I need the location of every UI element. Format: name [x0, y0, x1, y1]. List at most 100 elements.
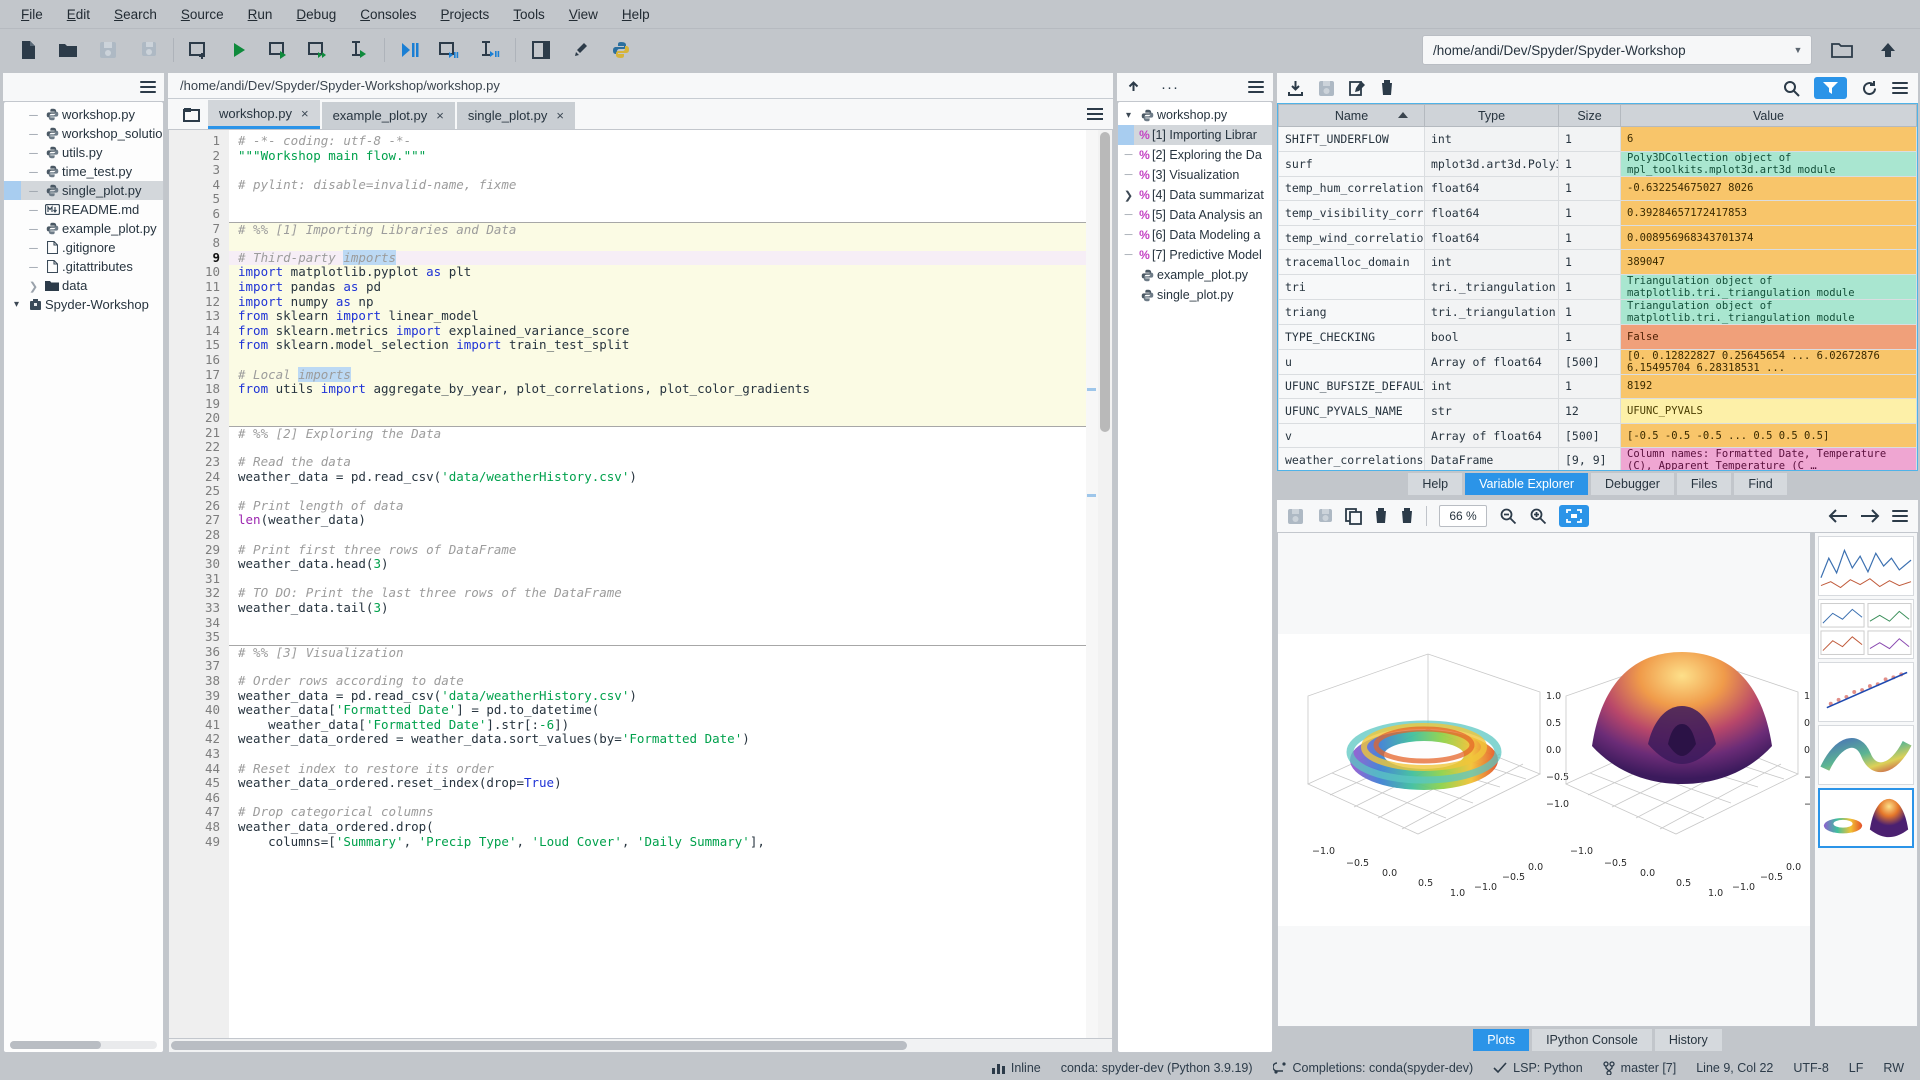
code-line[interactable]: [229, 163, 1112, 178]
project-tree-hscrollbar[interactable]: [10, 1041, 157, 1049]
code-line[interactable]: import matplotlib.pyplot as plt: [229, 265, 1112, 280]
code-line[interactable]: [229, 192, 1112, 207]
run-cell-advance-icon[interactable]: [299, 33, 339, 67]
code-line[interactable]: # Drop categorical columns: [229, 805, 1112, 820]
outline-item[interactable]: ❯% [4] Data summarizat: [1118, 185, 1272, 205]
variable-row[interactable]: tracemalloc_domain int 1 389047: [1278, 249, 1917, 275]
code-line[interactable]: # Read the data: [229, 454, 1112, 470]
debug-file-icon[interactable]: [390, 33, 430, 67]
project-tree-item[interactable]: ─ .gitattributes: [4, 257, 163, 276]
tab-find[interactable]: Find: [1734, 473, 1787, 495]
outline-item[interactable]: ▾ workshop.py: [1118, 105, 1272, 125]
code-line[interactable]: [229, 791, 1112, 806]
variable-row[interactable]: tritri._triangulation.Tri…1Triangulation…: [1278, 273, 1917, 300]
editor-tab[interactable]: workshop.py ×: [208, 100, 320, 129]
zoom-out-icon[interactable]: [1499, 507, 1517, 525]
remove-all-plots-icon[interactable]: [1400, 507, 1414, 525]
menu-debug[interactable]: Debug: [285, 3, 347, 26]
code-line[interactable]: [229, 440, 1112, 455]
project-tree-item[interactable]: ─ utils.py: [4, 143, 163, 162]
editor-vscrollbar[interactable]: [1098, 130, 1112, 1038]
variable-value-cell[interactable]: Triangulation object of matplotlib.tri._…: [1620, 298, 1917, 325]
variable-value-cell[interactable]: 389047: [1620, 249, 1917, 275]
menu-consoles[interactable]: Consoles: [349, 3, 427, 26]
variable-column-header[interactable]: Size: [1558, 104, 1621, 127]
preferences-icon[interactable]: [561, 33, 601, 67]
code-line[interactable]: [229, 207, 1112, 222]
menu-projects[interactable]: Projects: [430, 3, 501, 26]
tab-plots[interactable]: Plots: [1473, 1029, 1530, 1051]
remove-plot-icon[interactable]: [1374, 507, 1388, 525]
code-line[interactable]: # TO DO: Print the last three rows of th…: [229, 586, 1112, 601]
variable-value-cell[interactable]: [0. 0.12822827 0.25645654 ... 6.02672876…: [1620, 348, 1917, 375]
previous-plot-icon[interactable]: [1828, 509, 1848, 523]
save-data-icon[interactable]: [1318, 80, 1335, 97]
plot-thumbnails[interactable]: [1814, 532, 1918, 1027]
variable-row[interactable]: UFUNC_BUFSIZE_DEFAULT int 1 8192: [1278, 373, 1917, 400]
variable-value-cell[interactable]: -0.632254675027 8026: [1620, 175, 1917, 202]
variable-value-cell[interactable]: Triangulation object of matplotlib.tri._…: [1620, 273, 1917, 300]
outline-item[interactable]: ─% [3] Visualization: [1118, 165, 1272, 185]
outline-item[interactable]: ─% [7] Predictive Model: [1118, 245, 1272, 265]
variable-value-cell[interactable]: [-0.5 -0.5 -0.5 ... 0.5 0.5 0.5]: [1620, 422, 1917, 449]
outline-item[interactable]: ─% [1] Importing Librar: [1118, 125, 1272, 145]
zoom-level-value[interactable]: 66 %: [1439, 505, 1487, 527]
code-line[interactable]: # pylint: disable=invalid-name, fixme: [229, 177, 1112, 193]
code-line[interactable]: [229, 236, 1112, 251]
variable-row[interactable]: temp_wind_correlation float64 1 0.008956968…: [1278, 224, 1917, 251]
save-file-icon[interactable]: [88, 33, 128, 67]
code-line[interactable]: [229, 616, 1112, 631]
code-line[interactable]: # %% [2] Exploring the Data: [229, 425, 1112, 441]
code-line[interactable]: [229, 484, 1112, 499]
code-line[interactable]: weather_data = pd.read_csv('data/weather…: [229, 469, 1112, 485]
debug-selection-icon[interactable]: [470, 33, 510, 67]
variable-row[interactable]: temp_hum_correlation float64 1 -0.632254675…: [1278, 175, 1917, 202]
outline-item[interactable]: ─% [6] Data Modeling a: [1118, 225, 1272, 245]
project-tree-item[interactable]: ▾ Spyder-Workshop: [4, 295, 163, 314]
search-icon[interactable]: [1783, 80, 1800, 97]
project-tree-item[interactable]: ─ single_plot.py: [4, 181, 163, 200]
close-icon[interactable]: ×: [301, 106, 309, 121]
run-selection-icon[interactable]: [339, 33, 379, 67]
copy-plot-icon[interactable]: [1345, 507, 1362, 525]
code-line[interactable]: # Reset index to restore its order: [229, 761, 1112, 777]
variable-value-cell[interactable]: 0.39284657172417853: [1620, 200, 1917, 226]
plot-thumbnail[interactable]: [1818, 599, 1914, 659]
python-path-icon[interactable]: [601, 33, 641, 67]
debug-cell-icon[interactable]: [430, 33, 470, 67]
code-text-area[interactable]: # -*- coding: utf-8 -*- """Workshop main …: [229, 130, 1112, 1038]
code-line[interactable]: from sklearn import linear_model: [229, 308, 1112, 324]
variable-column-header[interactable]: Name: [1278, 104, 1425, 127]
hamburger-icon[interactable]: [140, 81, 156, 93]
code-line[interactable]: weather_data.tail(3): [229, 600, 1112, 616]
code-line[interactable]: weather_data = pd.read_csv('data/weather…: [229, 688, 1112, 704]
outline-item[interactable]: ─% [2] Exploring the Da: [1118, 145, 1272, 165]
editor-tab[interactable]: single_plot.py ×: [456, 102, 575, 129]
code-line[interactable]: [229, 747, 1112, 762]
close-icon[interactable]: ×: [436, 108, 444, 123]
code-line[interactable]: # Print length of data: [229, 498, 1112, 514]
expander-icon[interactable]: ▾: [1120, 110, 1137, 121]
working-directory-bar[interactable]: /home/andi/Dev/Spyder/Spyder-Workshop ▼: [1422, 35, 1812, 65]
new-cell-icon[interactable]: [179, 33, 219, 67]
code-line[interactable]: [229, 630, 1112, 645]
variable-table-container[interactable]: Name Type Size Value SHIFT_UNDERFLOW int 1 6 su…: [1277, 103, 1918, 471]
menu-tools[interactable]: Tools: [502, 3, 556, 26]
menu-search[interactable]: Search: [103, 3, 168, 26]
code-line[interactable]: # Third-party imports: [229, 249, 1112, 266]
expander-icon[interactable]: ❯: [25, 279, 42, 293]
save-all-icon[interactable]: [128, 33, 168, 67]
variable-value-cell[interactable]: Column names: Formatted Date, Temperatur…: [1620, 447, 1917, 470]
plot-thumbnail[interactable]: [1818, 536, 1914, 596]
project-tree-item[interactable]: ─ time_test.py: [4, 162, 163, 181]
plot-thumbnail[interactable]: [1818, 662, 1914, 722]
variable-value-cell[interactable]: 6: [1620, 126, 1917, 152]
import-data-icon[interactable]: [1287, 80, 1304, 97]
outline-item[interactable]: example_plot.py: [1118, 265, 1272, 285]
close-icon[interactable]: ×: [556, 108, 564, 123]
browse-tabs-icon[interactable]: [174, 99, 208, 129]
save-all-plots-icon[interactable]: [1316, 508, 1333, 525]
code-line[interactable]: weather_data_ordered = weather_data.sort…: [229, 732, 1112, 747]
plot-thumbnail[interactable]: [1818, 788, 1914, 848]
editor-tab[interactable]: example_plot.py ×: [321, 102, 455, 129]
